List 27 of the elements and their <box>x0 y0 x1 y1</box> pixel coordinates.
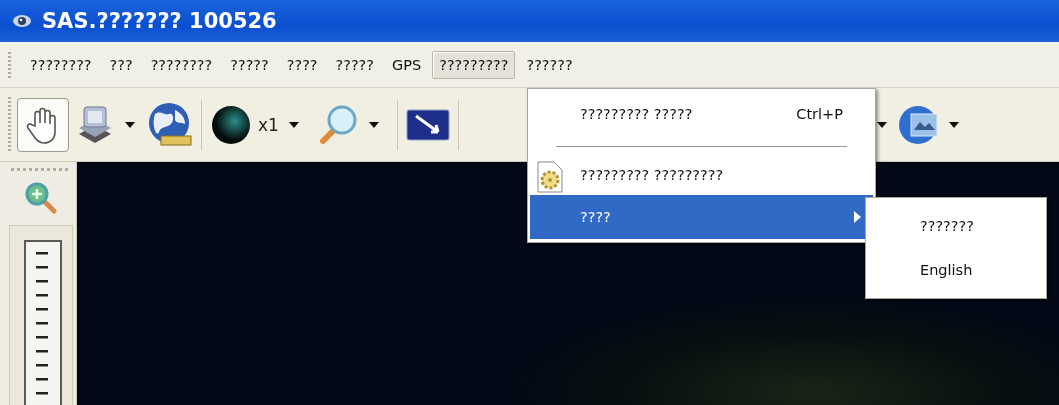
menu-item[interactable]: ????? <box>223 50 276 79</box>
hand-tool-button[interactable] <box>17 97 69 152</box>
globe-window-icon[interactable] <box>897 103 939 146</box>
menu-item[interactable]: ?????? <box>519 50 580 79</box>
menu-entry[interactable]: ???? <box>530 195 873 239</box>
menu-item[interactable]: ????? <box>328 50 381 79</box>
caret-icon[interactable] <box>125 121 135 128</box>
caret-icon[interactable] <box>288 121 299 128</box>
gear-document-icon <box>536 161 564 193</box>
zoom-in-icon[interactable] <box>24 181 58 215</box>
menu-entry[interactable]: ????????? ????? Ctrl+P <box>530 92 873 136</box>
dark-globe-icon[interactable] <box>210 103 252 146</box>
zoom-factor-label[interactable]: x1 <box>258 114 279 135</box>
menu-item[interactable]: ???????? <box>143 50 220 79</box>
language-option[interactable]: English <box>868 248 1044 292</box>
menu-item[interactable]: ????????? <box>432 50 516 79</box>
caret-icon[interactable] <box>368 121 379 128</box>
window-title: SAS.??????? 100526 <box>42 9 277 33</box>
menu-item[interactable]: ???? <box>279 50 325 79</box>
caret-icon[interactable] <box>877 121 887 128</box>
caret-icon[interactable] <box>949 121 959 128</box>
app-eye-icon <box>12 14 32 28</box>
menu-item[interactable]: ???????? <box>23 50 99 79</box>
menu-entry[interactable]: ????????? ????????? <box>530 155 873 195</box>
menu-item[interactable]: ??? <box>102 50 140 79</box>
menu-item[interactable]: GPS <box>385 50 429 79</box>
submenu-arrow-icon <box>854 211 861 223</box>
